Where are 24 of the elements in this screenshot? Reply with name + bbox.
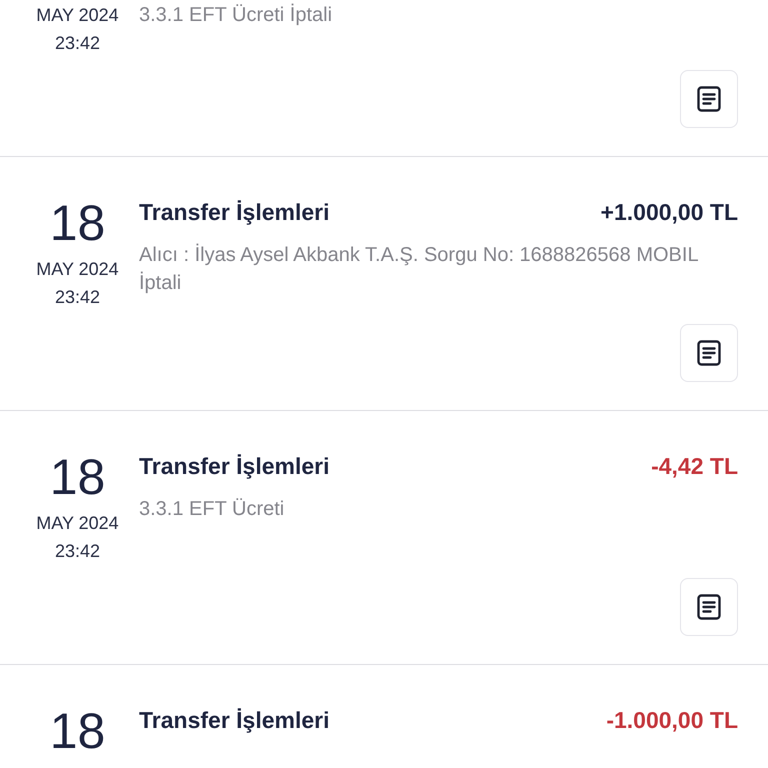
receipt-button[interactable] [680,70,738,128]
transaction-title: Transfer İşlemleri [139,706,330,734]
day-number: 18 [50,449,106,505]
document-icon [697,594,721,620]
transaction-description: 3.3.1 EFT Ücreti [139,497,286,522]
receipt-button[interactable] [680,324,738,382]
transaction-description: Alıcı : İlyas Aysel Akbank T.A.Ş. Sorgu No: 1688826568 MOBIL İptali [139,242,699,296]
document-icon [697,340,721,366]
month-year: MAY 2024 [36,258,119,281]
amount: -4,42 TL [651,452,738,480]
month-year: MAY 2024 [36,512,119,535]
time: 23:42 [54,32,100,55]
time: 23:42 [54,286,100,309]
day-number: 18 [50,703,106,759]
transaction-description: 3.3.1 EFT Ücreti İptali [139,2,334,28]
amount: +1.000,00 TL [600,198,738,226]
receipt-button[interactable] [680,578,738,636]
day-number: 18 [50,195,106,251]
document-icon [697,86,721,112]
month-year: MAY 2024 [36,4,119,27]
transaction-title: Transfer İşlemleri [139,452,330,480]
amount: -1.000,00 TL [606,706,738,734]
time: 23:42 [54,540,100,563]
transaction-title: Transfer İşlemleri [139,198,330,226]
